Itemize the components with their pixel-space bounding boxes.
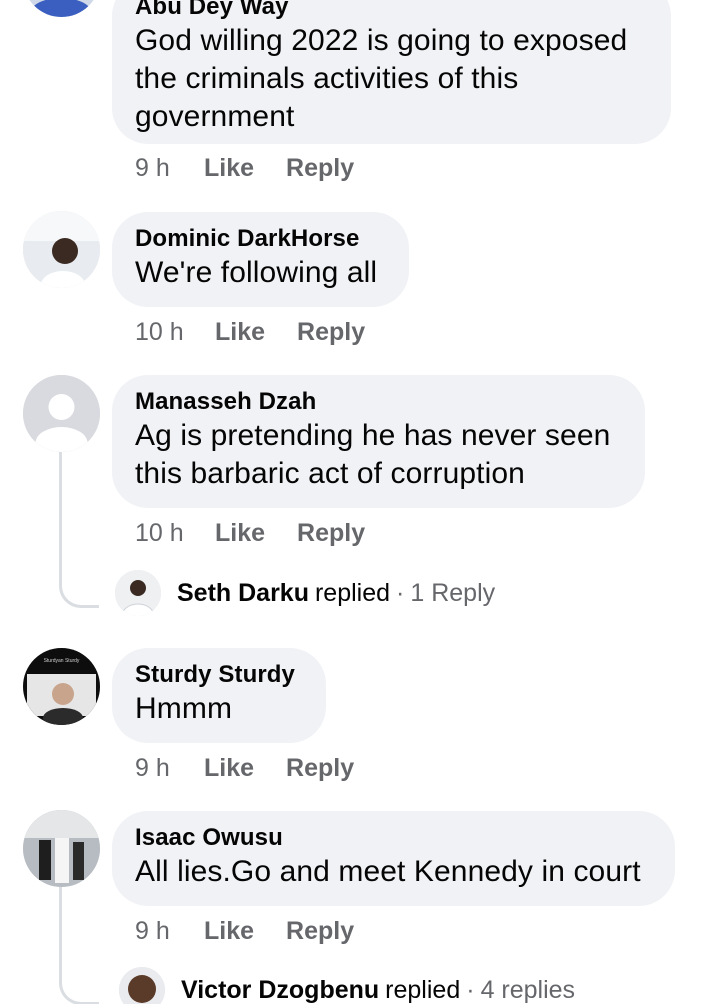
separator-dot: ·: [466, 975, 475, 1004]
replier-name: Seth Darku: [177, 578, 309, 607]
avatar-abu-dey-way[interactable]: [23, 0, 100, 17]
comment-bubble: Isaac Owusu All lies.Go and meet Kennedy…: [112, 811, 675, 906]
comment-bubble: Dominic DarkHorse We're following all: [112, 212, 409, 307]
comment-actions: 9 h Like Reply: [135, 916, 386, 946]
view-replies-link[interactable]: Seth Darku replied · 1 Reply: [115, 570, 495, 616]
comment-bubble: Abu Dey Way God willing 2022 is going to…: [112, 0, 671, 144]
view-replies-link[interactable]: Victor Dzogbenu replied · 4 replies: [115, 967, 575, 1004]
like-button[interactable]: Like: [204, 154, 254, 183]
replied-label: replied: [314, 578, 391, 607]
like-button[interactable]: Like: [215, 519, 265, 548]
comment-bubble: Sturdy Sturdy Hmmm: [112, 648, 326, 743]
replier-avatar: [119, 967, 165, 1004]
separator-dot: ·: [396, 578, 405, 607]
reply-button[interactable]: Reply: [297, 519, 365, 548]
avatar-caption-text: Sturdyan Sturdy: [44, 658, 80, 664]
reply-button[interactable]: Reply: [286, 917, 354, 946]
comment-actions: 9 h Like Reply: [135, 753, 386, 783]
profile-photo-icon: [23, 211, 100, 288]
avatar-dominic-darkhorse[interactable]: [23, 211, 100, 288]
comment-text: We're following all: [135, 256, 378, 289]
comment-timestamp[interactable]: 10 h: [135, 519, 215, 548]
default-avatar-icon: [23, 375, 100, 452]
avatar-sturdy-sturdy[interactable]: Sturdyan Sturdy: [23, 648, 100, 725]
comment-text: Ag is pretending he has never seen this …: [135, 419, 611, 490]
replied-label: replied: [385, 975, 461, 1004]
comment-author[interactable]: Dominic DarkHorse: [135, 224, 385, 254]
comment-actions: 9 h Like Reply: [135, 153, 386, 183]
profile-photo-icon: [23, 0, 100, 17]
comments-page: Abu Dey Way God willing 2022 is going to…: [0, 0, 720, 1004]
comment-timestamp[interactable]: 9 h: [135, 917, 204, 946]
comment-author[interactable]: Abu Dey Way: [135, 0, 647, 22]
profile-photo-icon: Sturdyan Sturdy: [23, 648, 100, 725]
comment-timestamp[interactable]: 9 h: [135, 154, 204, 183]
reply-count: 4 replies: [480, 975, 576, 1004]
comment-text: All lies.Go and meet Kennedy in court: [135, 855, 641, 888]
comment-actions: 10 h Like Reply: [135, 518, 397, 548]
avatar-isaac-owusu[interactable]: [23, 810, 100, 887]
reply-button[interactable]: Reply: [297, 318, 365, 347]
comment-bubble: Manasseh Dzah Ag is pretending he has ne…: [112, 375, 645, 508]
like-button[interactable]: Like: [204, 917, 254, 946]
comment-timestamp[interactable]: 9 h: [135, 754, 204, 783]
avatar-manasseh-dzah[interactable]: [23, 375, 100, 452]
comment-text: God willing 2022 is going to exposed the…: [135, 24, 628, 133]
profile-photo-icon: [115, 570, 161, 616]
comment-text: Hmmm: [135, 692, 233, 725]
profile-photo-icon: [119, 967, 165, 1004]
comment-author[interactable]: Isaac Owusu: [135, 823, 651, 853]
reply-button[interactable]: Reply: [286, 754, 354, 783]
reply-thread-line: [59, 887, 99, 1004]
like-button[interactable]: Like: [204, 754, 254, 783]
like-button[interactable]: Like: [215, 318, 265, 347]
profile-photo-icon: [23, 810, 100, 887]
reply-thread-line: [59, 452, 99, 608]
comment-author[interactable]: Manasseh Dzah: [135, 387, 621, 417]
replier-name: Victor Dzogbenu: [181, 975, 380, 1004]
replier-avatar: [115, 570, 161, 616]
comment-author[interactable]: Sturdy Sturdy: [135, 660, 302, 690]
comment-timestamp[interactable]: 10 h: [135, 318, 215, 347]
reply-button[interactable]: Reply: [286, 154, 354, 183]
comment-actions: 10 h Like Reply: [135, 317, 397, 347]
reply-count: 1 Reply: [410, 578, 496, 607]
